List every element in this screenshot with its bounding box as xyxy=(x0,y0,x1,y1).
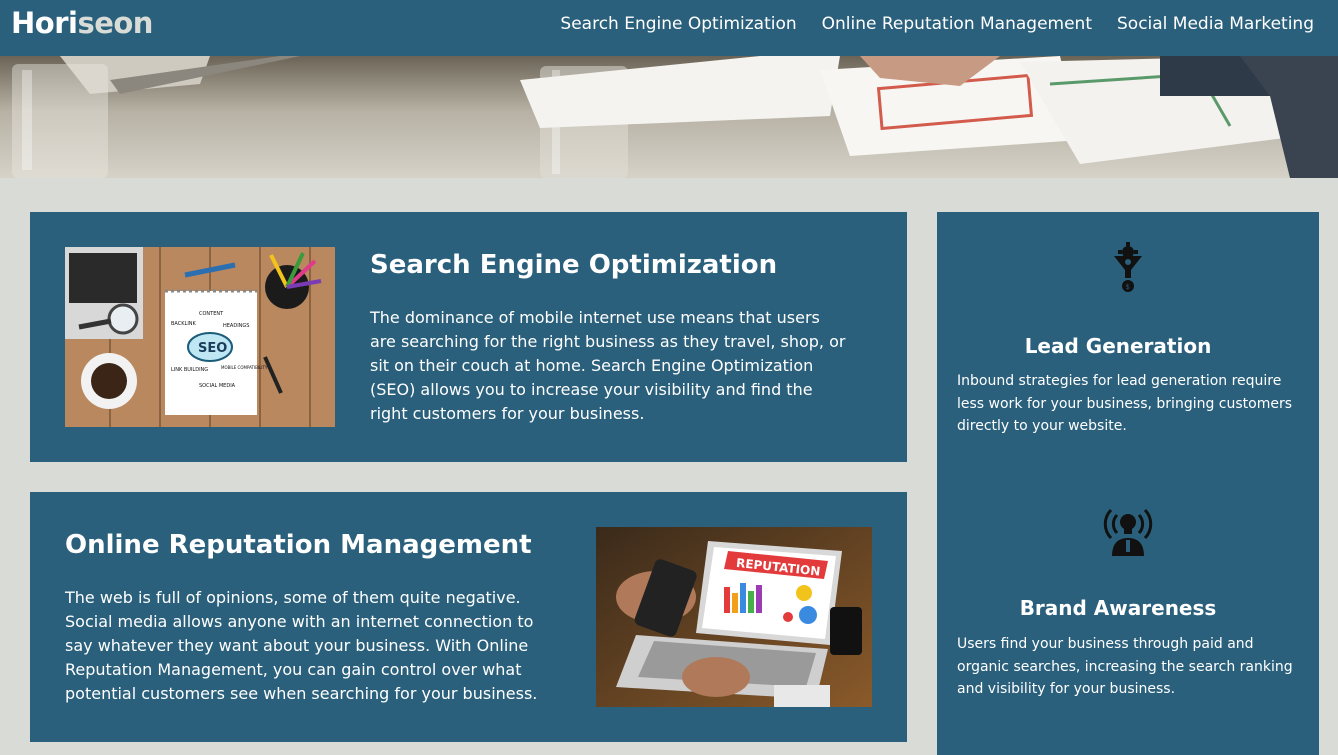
nav-link-seo[interactable]: Search Engine Optimization xyxy=(560,14,796,34)
nav-link-orm[interactable]: Online Reputation Management xyxy=(822,14,1092,34)
seo-image-word: MOBILE COMPATIBILITY xyxy=(221,365,268,370)
hero-image xyxy=(0,56,1338,178)
nav-link-smm[interactable]: Social Media Marketing xyxy=(1117,14,1314,34)
benefits-sidebar: $ Lead Generation Inbound strategies for… xyxy=(937,212,1319,755)
lead-generation-text: Inbound strategies for lead generation r… xyxy=(957,373,1293,434)
orm-illustration: REPUTATION xyxy=(596,527,872,707)
seo-image-word: SEO xyxy=(198,341,227,356)
seo-title: Search Engine Optimization xyxy=(370,250,778,280)
lead-generation-icon: $ xyxy=(1110,242,1146,298)
seo-illustration: SEO CONTENT BACKLINK HEADINGS LINK BUILD… xyxy=(65,247,335,427)
logo-part-2: seon xyxy=(77,6,153,40)
site-header: Horiseon Search Engine Optimization Onli… xyxy=(0,0,1338,56)
seo-image: SEO CONTENT BACKLINK HEADINGS LINK BUILD… xyxy=(65,247,335,427)
seo-section: SEO CONTENT BACKLINK HEADINGS LINK BUILD… xyxy=(30,212,907,462)
orm-title: Online Reputation Management xyxy=(65,530,532,560)
logo-part-1: Hori xyxy=(11,6,78,40)
seo-image-word: CONTENT xyxy=(199,311,224,317)
lead-generation-title: Lead Generation xyxy=(1024,334,1212,358)
hero-photo xyxy=(0,56,1338,178)
orm-image: REPUTATION xyxy=(596,527,872,707)
brand-awareness-title: Brand Awareness xyxy=(1019,596,1217,620)
seo-image-word: SOCIAL MEDIA xyxy=(199,383,236,389)
brand-awareness-icon xyxy=(1103,502,1153,560)
main-nav: Search Engine Optimization Online Reputa… xyxy=(560,14,1314,34)
seo-image-word: LINK BUILDING xyxy=(171,367,208,373)
orm-text: The web is full of opinions, some of the… xyxy=(65,588,538,703)
site-logo[interactable]: Horiseon xyxy=(11,6,153,40)
brand-awareness-text: Users find your business through paid an… xyxy=(957,636,1293,697)
svg-text:$: $ xyxy=(1126,283,1130,291)
orm-section: Online Reputation Management The web is … xyxy=(30,492,907,742)
seo-image-word: HEADINGS xyxy=(223,323,249,329)
seo-image-word: BACKLINK xyxy=(171,321,197,327)
seo-text: The dominance of mobile internet use mea… xyxy=(370,308,846,423)
